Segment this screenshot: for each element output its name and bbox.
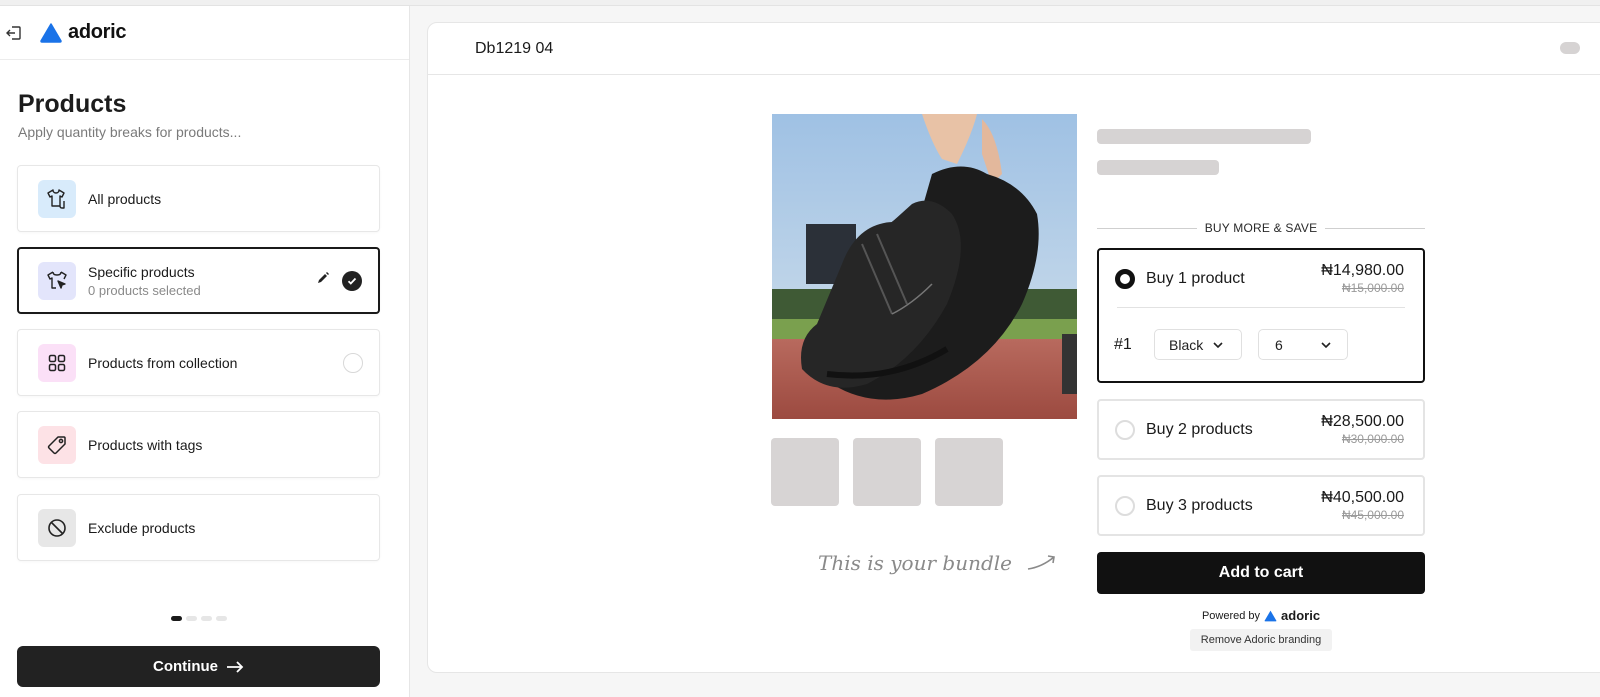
tier-price: ₦40,500.00 [1321, 489, 1404, 506]
variant-row: #1 Black 6 [1099, 308, 1423, 381]
variant-index: #1 [1114, 335, 1132, 353]
remove-branding-button[interactable]: Remove Adoric branding [1190, 629, 1332, 651]
option-icon-box [38, 261, 76, 300]
preview-header: Db1219 04 [428, 23, 1600, 75]
option-icon-box [38, 425, 76, 464]
adoric-logo: adoric [40, 21, 127, 44]
tier-price: ₦28,500.00 [1321, 413, 1404, 430]
preview-toggle[interactable] [1560, 42, 1580, 54]
thumbnail-placeholder[interactable] [935, 438, 1003, 506]
tier-label: Buy 2 products [1146, 420, 1253, 438]
section-label: BUY MORE & SAVE [1204, 221, 1318, 235]
thumbnail-placeholder[interactable] [853, 438, 921, 506]
bundle-preview: Db1219 04 This is your bundle BUY MORE &… [427, 22, 1600, 673]
arrow-right-icon [227, 660, 244, 673]
product-image [772, 114, 1077, 419]
step-dot [171, 616, 182, 621]
add-to-cart-button[interactable]: Add to cart [1097, 552, 1425, 594]
powered-brand: adoric [1281, 608, 1321, 623]
tier-buy-1[interactable]: Buy 1 product ₦14,980.00 ₦15,000.00 #1 B… [1097, 248, 1425, 383]
option-exclude-products[interactable]: Exclude products [17, 494, 380, 561]
buy-more-save-divider: BUY MORE & SAVE [1097, 221, 1425, 235]
step-dot [201, 616, 212, 621]
bundle-note: This is your bundle [818, 551, 1058, 575]
option-products-from-collection[interactable]: Products from collection [17, 329, 380, 396]
option-icon-box [38, 179, 76, 218]
bundle-note-text: This is your bundle [818, 551, 1012, 575]
product-title: Db1219 04 [475, 39, 554, 57]
continue-label: Continue [153, 658, 218, 675]
color-select-value: Black [1169, 336, 1204, 353]
tier-compare-price: ₦30,000.00 [1341, 432, 1404, 446]
option-icon-box [38, 343, 76, 382]
option-label: All products [88, 190, 162, 207]
thumbnail-placeholder[interactable] [771, 438, 839, 506]
size-select-value: 6 [1275, 336, 1283, 353]
grid-icon [48, 354, 66, 371]
chevron-down-icon [1213, 341, 1223, 348]
powered-by-label: Powered by [1201, 609, 1261, 622]
step-dot [186, 616, 197, 621]
color-select[interactable]: Black [1154, 329, 1242, 360]
tier-price: ₦14,980.00 [1321, 262, 1404, 279]
page-subtitle: Apply quantity breaks for products... [18, 124, 242, 140]
step-indicator [171, 616, 227, 621]
ban-icon [48, 518, 66, 537]
exit-icon[interactable] [4, 23, 24, 43]
option-radio[interactable] [343, 352, 363, 373]
shirt-icon [47, 188, 65, 209]
tier-label: Buy 3 products [1146, 496, 1253, 514]
option-sublabel: 0 products selected [88, 282, 201, 298]
tier-radio[interactable] [1115, 419, 1135, 440]
option-label: Exclude products [88, 519, 196, 536]
adoric-logo-icon [1264, 610, 1277, 621]
option-specific-products[interactable]: Specific products 0 products selected [17, 247, 380, 314]
option-label: Products with tags [88, 436, 203, 453]
tier-radio[interactable] [1115, 268, 1135, 289]
curved-arrow-icon [1027, 555, 1055, 570]
option-label: Specific products [88, 263, 195, 280]
tag-icon [47, 435, 66, 454]
tier-buy-2[interactable]: Buy 2 products ₦28,500.00 ₦30,000.00 [1097, 399, 1425, 460]
logo-text: adoric [68, 21, 127, 43]
continue-button[interactable]: Continue [17, 646, 380, 687]
title-skeleton [1097, 129, 1311, 144]
edit-pencil-icon[interactable] [316, 271, 330, 290]
price-skeleton [1097, 160, 1219, 175]
selected-check-icon [342, 270, 362, 291]
chevron-down-icon [1321, 341, 1331, 348]
option-products-with-tags[interactable]: Products with tags [17, 411, 380, 478]
option-label: Products from collection [88, 354, 238, 371]
step-dot [216, 616, 227, 621]
tier-compare-price: ₦15,000.00 [1341, 281, 1404, 295]
page-title: Products [18, 90, 127, 118]
sidebar-header: adoric [0, 6, 409, 60]
tier-radio[interactable] [1115, 495, 1135, 516]
adoric-logo-icon [40, 22, 62, 43]
powered-by: Powered by adoric [1097, 608, 1425, 623]
tier-label: Buy 1 product [1146, 269, 1245, 287]
sidebar: adoric Products Apply quantity breaks fo… [0, 6, 410, 697]
option-all-products[interactable]: All products [17, 165, 380, 232]
shirt-cursor-icon [47, 270, 67, 289]
tier-buy-3[interactable]: Buy 3 products ₦40,500.00 ₦45,000.00 [1097, 475, 1425, 536]
option-icon-box [38, 508, 76, 547]
size-select[interactable]: 6 [1258, 329, 1348, 360]
tier-compare-price: ₦45,000.00 [1341, 508, 1404, 522]
